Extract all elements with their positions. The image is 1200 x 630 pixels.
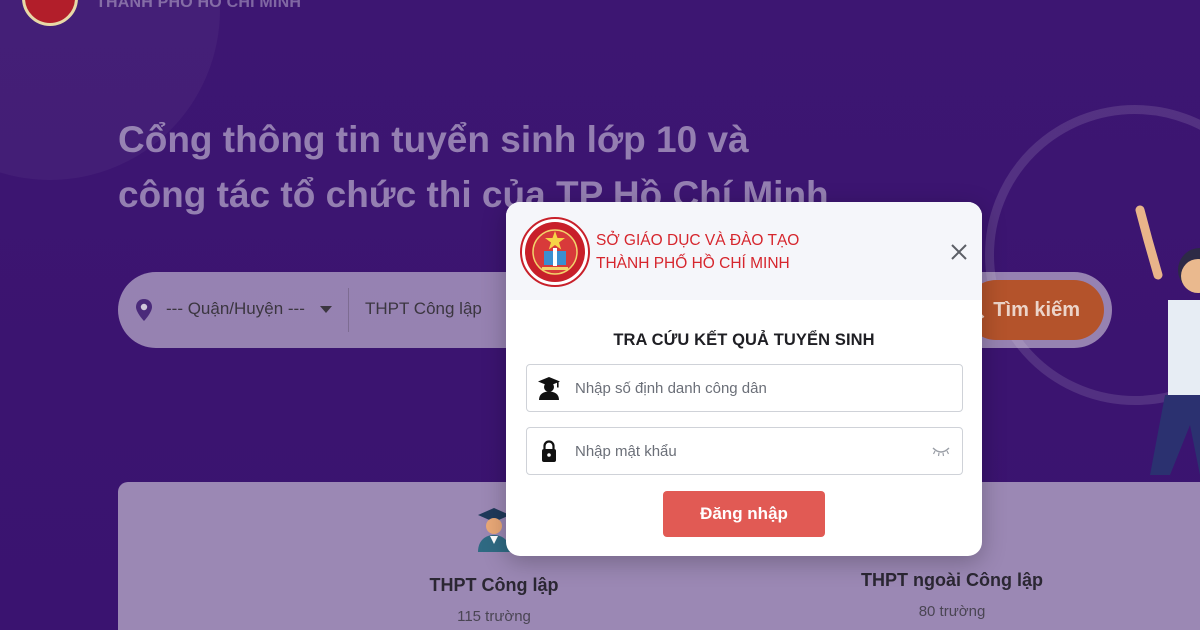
department-logo-icon	[520, 217, 590, 287]
stat-count: 115 trường	[457, 608, 531, 625]
site-brand: THÀNH PHỐ HỒ CHÍ MINH	[96, 0, 302, 11]
citizen-id-input[interactable]	[575, 365, 915, 411]
student-icon	[538, 377, 560, 400]
close-icon[interactable]	[949, 242, 969, 262]
student-illustration	[1135, 205, 1200, 475]
password-field[interactable]	[526, 427, 963, 475]
citizen-id-field[interactable]	[526, 364, 963, 412]
district-select[interactable]: --- Quận/Huyện ---	[166, 299, 305, 319]
chevron-down-icon[interactable]	[320, 306, 332, 313]
modal-header: SỞ GIÁO DỤC VÀ ĐÀO TẠO THÀNH PHỐ HỒ CHÍ …	[506, 202, 982, 300]
hero-title-line1: Cổng thông tin tuyển sinh lớp 10 và	[118, 119, 749, 160]
password-input[interactable]	[575, 428, 915, 474]
stat-title: THPT ngoài Công lập	[861, 570, 1043, 590]
login-modal: SỞ GIÁO DỤC VÀ ĐÀO TẠO THÀNH PHỐ HỒ CHÍ …	[506, 202, 982, 556]
search-divider	[348, 288, 349, 332]
login-button[interactable]: Đăng nhập	[663, 491, 825, 537]
department-name: SỞ GIÁO DỤC VÀ ĐÀO TẠO THÀNH PHỐ HỒ CHÍ …	[596, 229, 799, 275]
school-type-select[interactable]: THPT Công lập	[365, 299, 482, 319]
eye-closed-icon[interactable]	[931, 444, 951, 458]
stat-count: 80 trường	[918, 603, 986, 620]
search-button-label: Tìm kiếm	[993, 298, 1080, 321]
department-name-line1: SỞ GIÁO DỤC VÀ ĐÀO TẠO	[596, 232, 800, 249]
location-pin-icon	[136, 299, 152, 321]
department-name-line2: THÀNH PHỐ HỒ CHÍ MINH	[596, 255, 790, 272]
modal-title: TRA CỨU KẾT QUẢ TUYỂN SINH	[613, 331, 875, 349]
lock-icon	[542, 440, 556, 462]
stat-title: THPT Công lập	[429, 575, 559, 595]
search-button[interactable]: Tìm kiếm	[966, 280, 1104, 340]
